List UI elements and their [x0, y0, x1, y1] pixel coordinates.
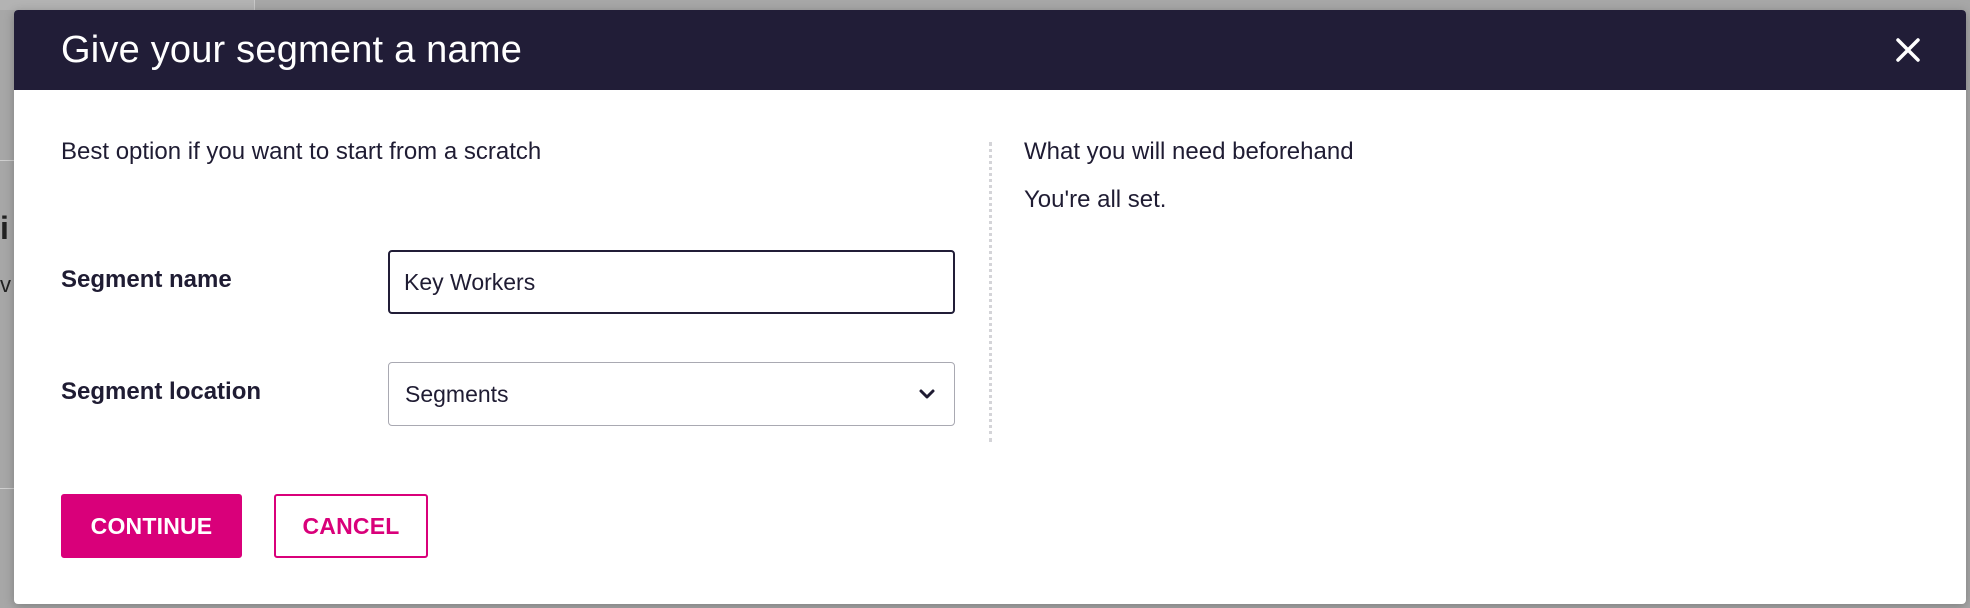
segment-location-value: Segments	[405, 380, 509, 407]
chevron-down-icon	[919, 389, 935, 399]
segment-name-dialog: Give your segment a name Best option if …	[14, 10, 1966, 604]
dialog-header: Give your segment a name	[14, 10, 1966, 90]
background-text-fragment: v	[0, 272, 11, 297]
background-heading-fragment: i	[0, 210, 9, 246]
intro-text: Best option if you want to start from a …	[61, 138, 542, 165]
segment-name-input[interactable]	[388, 250, 955, 314]
segment-location-label: Segment location	[61, 378, 262, 405]
segment-location-select[interactable]: Segments	[388, 362, 955, 426]
background-divider	[0, 160, 14, 161]
requirements-title: What you will need beforehand	[1024, 138, 1354, 165]
dialog-body: Best option if you want to start from a …	[14, 90, 1966, 604]
dialog-title: Give your segment a name	[61, 28, 523, 71]
background-toolbar	[0, 0, 255, 10]
column-divider	[989, 142, 992, 442]
continue-button[interactable]: CONTINUE	[61, 494, 242, 558]
segment-name-label: Segment name	[61, 266, 232, 293]
close-icon	[1896, 38, 1920, 62]
background-divider	[0, 488, 14, 489]
requirements-status: You're all set.	[1024, 186, 1167, 213]
close-button[interactable]	[1892, 34, 1924, 66]
cancel-button[interactable]: CANCEL	[274, 494, 428, 558]
